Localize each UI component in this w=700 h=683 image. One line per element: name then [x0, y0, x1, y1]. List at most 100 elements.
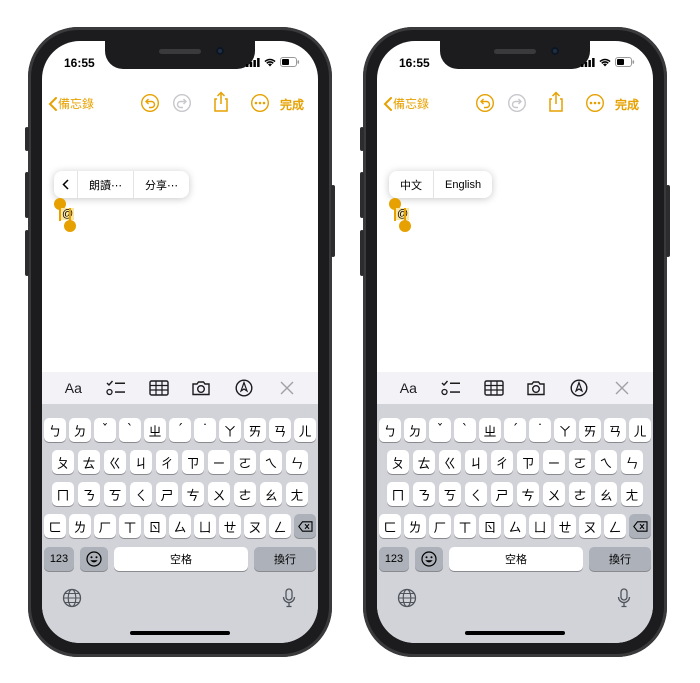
key[interactable]: ㄞ [244, 418, 266, 442]
key[interactable]: ㄧ [208, 450, 230, 474]
table-button[interactable] [480, 376, 508, 400]
menu-item-share[interactable]: 分享⋯ [134, 171, 189, 198]
share-button[interactable] [547, 91, 565, 118]
key[interactable]: ㄅ [44, 418, 66, 442]
key[interactable]: ㄤ [286, 482, 308, 506]
more-button[interactable] [585, 93, 605, 118]
key[interactable]: ㄝ [554, 514, 576, 538]
key[interactable]: ㄠ [260, 482, 282, 506]
key[interactable]: ㄉ [404, 418, 426, 442]
key[interactable]: ㄇ [52, 482, 74, 506]
key[interactable]: ㄏ [94, 514, 116, 538]
key[interactable]: ㄋ [413, 482, 435, 506]
markup-button[interactable] [230, 376, 258, 400]
undo-button[interactable] [475, 93, 495, 118]
key[interactable]: ˇ [94, 418, 116, 442]
key[interactable]: ㄘ [517, 482, 539, 506]
key[interactable]: ㄦ [294, 418, 316, 442]
key[interactable]: ㄟ [595, 450, 617, 474]
menu-item-chinese[interactable]: 中文 [389, 171, 434, 198]
camera-button[interactable] [187, 376, 215, 400]
globe-button[interactable] [62, 588, 82, 613]
key[interactable]: ㄈ [44, 514, 66, 538]
key[interactable]: ㄉ [69, 418, 91, 442]
key[interactable]: ㄖ [144, 514, 166, 538]
format-button[interactable]: Aa [59, 376, 87, 400]
return-key[interactable]: 換行 [589, 547, 651, 571]
key[interactable]: ㄥ [269, 514, 291, 538]
back-button[interactable]: 備忘錄 [383, 95, 429, 112]
key[interactable]: ㄏ [429, 514, 451, 538]
selection-handle-end[interactable] [399, 220, 411, 232]
key[interactable]: ㄈ [379, 514, 401, 538]
key[interactable]: ㄩ [529, 514, 551, 538]
key[interactable]: ㄟ [260, 450, 282, 474]
emoji-key[interactable] [80, 547, 108, 571]
key[interactable]: ㄅ [379, 418, 401, 442]
selection-handle-end[interactable] [64, 220, 76, 232]
done-button[interactable]: 完成 [280, 96, 304, 113]
key[interactable]: ˊ [504, 418, 526, 442]
emoji-key[interactable] [415, 547, 443, 571]
key[interactable]: ㄑ [130, 482, 152, 506]
key[interactable]: ㄍ [104, 450, 126, 474]
key[interactable]: ㄆ [387, 450, 409, 474]
key[interactable]: ㄜ [234, 482, 256, 506]
key[interactable]: ㄗ [517, 450, 539, 474]
key[interactable]: ㄙ [169, 514, 191, 538]
key[interactable]: ㄣ [286, 450, 308, 474]
close-toolbar-button[interactable] [273, 376, 301, 400]
globe-button[interactable] [397, 588, 417, 613]
key[interactable]: ㄊ [78, 450, 100, 474]
space-key[interactable]: 空格 [449, 547, 583, 571]
key[interactable]: ㄊ [413, 450, 435, 474]
key[interactable]: ㄨ [543, 482, 565, 506]
key[interactable]: ㄚ [219, 418, 241, 442]
key[interactable]: ㄆ [52, 450, 74, 474]
key[interactable]: ㄌ [404, 514, 426, 538]
key[interactable]: ㄝ [219, 514, 241, 538]
key[interactable]: ㄒ [454, 514, 476, 538]
key[interactable]: ㄚ [554, 418, 576, 442]
key[interactable]: ㄙ [504, 514, 526, 538]
share-button[interactable] [212, 91, 230, 118]
key[interactable]: ˋ [454, 418, 476, 442]
key[interactable]: ㄕ [491, 482, 513, 506]
key[interactable]: ˊ [169, 418, 191, 442]
redo-button[interactable] [172, 93, 192, 118]
menu-back-button[interactable] [54, 171, 78, 198]
space-key[interactable]: 空格 [114, 547, 248, 571]
key[interactable]: ˋ [119, 418, 141, 442]
key[interactable]: ㄠ [595, 482, 617, 506]
key[interactable]: ㄎ [439, 482, 461, 506]
markup-button[interactable] [565, 376, 593, 400]
key[interactable]: ˇ [429, 418, 451, 442]
key[interactable]: ㄔ [491, 450, 513, 474]
key[interactable]: ㄕ [156, 482, 178, 506]
key[interactable]: ˙ [529, 418, 551, 442]
close-toolbar-button[interactable] [608, 376, 636, 400]
key[interactable]: ㄌ [69, 514, 91, 538]
key[interactable]: ㄤ [621, 482, 643, 506]
key[interactable]: ㄐ [130, 450, 152, 474]
key[interactable]: ㄖ [479, 514, 501, 538]
key[interactable]: ㄗ [182, 450, 204, 474]
key[interactable]: ㄞ [579, 418, 601, 442]
key[interactable]: ㄇ [387, 482, 409, 506]
redo-button[interactable] [507, 93, 527, 118]
camera-button[interactable] [522, 376, 550, 400]
key[interactable]: ㄋ [78, 482, 100, 506]
numbers-key[interactable]: 123 [379, 547, 409, 571]
delete-key[interactable] [629, 514, 651, 538]
key[interactable]: ㄩ [194, 514, 216, 538]
key[interactable]: ㄧ [543, 450, 565, 474]
dictation-button[interactable] [617, 588, 631, 613]
key[interactable]: ㄨ [208, 482, 230, 506]
table-button[interactable] [145, 376, 173, 400]
key[interactable]: ㄓ [479, 418, 501, 442]
key[interactable]: ㄛ [569, 450, 591, 474]
key[interactable]: ㄢ [269, 418, 291, 442]
key[interactable]: ㄢ [604, 418, 626, 442]
key[interactable]: ㄡ [579, 514, 601, 538]
key[interactable]: ㄘ [182, 482, 204, 506]
